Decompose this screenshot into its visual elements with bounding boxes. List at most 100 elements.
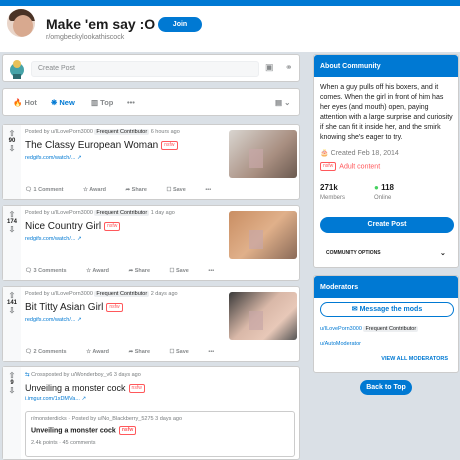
about-heading: About Community bbox=[314, 55, 458, 77]
back-to-top-button[interactable]: Back to Top bbox=[360, 380, 412, 395]
post-time: 6 hours ago bbox=[150, 129, 180, 135]
downvote-icon[interactable]: ⇩ bbox=[3, 306, 21, 315]
sort-hot[interactable]: 🔥 Hot bbox=[13, 98, 37, 107]
post-title-text: Nice Country Girl bbox=[25, 221, 102, 232]
post-time: 1 day ago bbox=[150, 210, 175, 216]
moderator-item[interactable]: u/ILovePorn3000 Frequent Contributor bbox=[320, 326, 419, 332]
save-button[interactable]: ☐ Save bbox=[166, 187, 194, 193]
upvote-icon[interactable]: ⇧ bbox=[3, 371, 21, 380]
upvote-icon[interactable]: ⇧ bbox=[3, 291, 21, 300]
post-time: 2 days ago bbox=[150, 291, 178, 297]
subreddit-header: Make 'em say :O r/omgbeckylookathiscock … bbox=[0, 6, 460, 52]
downvote-icon[interactable]: ⇩ bbox=[3, 144, 21, 153]
post-actions: 🗨 3 Comments ☆ Award ➦ Share ☐ Save ••• bbox=[25, 268, 223, 274]
post-thumbnail[interactable] bbox=[229, 211, 297, 259]
post-link-text: redgifs.com/watch/... bbox=[25, 317, 76, 323]
sort-hot-label: Hot bbox=[24, 98, 37, 107]
link-icon[interactable]: ⚭ bbox=[285, 62, 293, 73]
moderator-flair: Frequent Contributor bbox=[363, 326, 419, 332]
create-post-bar: Create Post ▣ ⚭ bbox=[2, 54, 300, 82]
downvote-icon[interactable]: ⇩ bbox=[3, 386, 21, 395]
community-description: When a guy pulls off his boxers, and it … bbox=[320, 84, 453, 141]
nsfw-badge: nsfw bbox=[106, 302, 123, 312]
vote-column: ⇧ 174 ⇩ bbox=[3, 206, 21, 280]
post-title[interactable]: Nice Country Girl nsfw bbox=[25, 221, 121, 232]
view-toggle-icon[interactable]: ▤ ⌄ bbox=[275, 98, 290, 107]
post-title[interactable]: The Classy European Woman nsfw bbox=[25, 140, 178, 151]
share-button[interactable]: ➦ Share bbox=[129, 268, 159, 274]
post-author[interactable]: Posted by u/ILovePorn3000 bbox=[25, 129, 93, 135]
nsfw-badge: nsfw bbox=[104, 221, 121, 231]
snoo-avatar-icon bbox=[10, 60, 24, 79]
crosspost-card[interactable]: ⇧ 9 ⇩ ⇆ Crossposted by u/Wonderboy_v6 3 … bbox=[2, 366, 300, 460]
vote-column: ⇧ 9 ⇩ bbox=[3, 367, 21, 459]
award-label: Award bbox=[92, 349, 110, 355]
join-button[interactable]: Join bbox=[158, 17, 202, 32]
nsfw-badge: nsfw bbox=[161, 140, 178, 150]
vote-column: ⇧ 90 ⇩ bbox=[3, 125, 21, 199]
comments-button[interactable]: 🗨 2 Comments bbox=[25, 349, 76, 355]
post-link[interactable]: redgifs.com/watch/... ↗ bbox=[25, 236, 82, 242]
user-flair: Frequent Contributor bbox=[94, 129, 150, 135]
post-thumbnail[interactable] bbox=[229, 130, 297, 178]
original-title-text: Unveiling a monster cock bbox=[31, 427, 116, 435]
post-link[interactable]: redgifs.com/watch/... ↗ bbox=[25, 155, 82, 161]
save-button[interactable]: ☐ Save bbox=[170, 349, 198, 355]
nsfw-badge: nsfw bbox=[118, 426, 137, 435]
sort-more-button[interactable]: ••• bbox=[127, 98, 135, 107]
members-count: 271k bbox=[320, 183, 338, 192]
message-mods-button[interactable]: ✉ Message the mods bbox=[320, 302, 454, 317]
post-more-button[interactable]: ••• bbox=[208, 268, 214, 274]
award-button[interactable]: ☆ Award bbox=[83, 187, 115, 193]
moderators-card: Moderators ✉ Message the mods u/ILovePor… bbox=[313, 275, 459, 373]
post-link[interactable]: i.imgur.com/1xDMVa... ↗ bbox=[25, 396, 86, 402]
online-label: Online bbox=[374, 195, 392, 201]
share-label: Share bbox=[134, 349, 151, 355]
comments-count: 3 Comments bbox=[33, 268, 67, 274]
view-all-moderators-link[interactable]: VIEW ALL MODERATORS bbox=[381, 356, 448, 362]
post-more-button[interactable]: ••• bbox=[208, 349, 214, 355]
save-button[interactable]: ☐ Save bbox=[170, 268, 198, 274]
post-author[interactable]: Posted by u/ILovePorn3000 bbox=[25, 210, 93, 216]
chevron-down-icon: ⌄ bbox=[440, 250, 446, 257]
post-link[interactable]: redgifs.com/watch/... ↗ bbox=[25, 317, 82, 323]
image-icon[interactable]: ▣ bbox=[265, 62, 274, 73]
share-label: Share bbox=[134, 268, 151, 274]
online-count: ● 118 bbox=[374, 183, 394, 192]
adult-text: Adult content bbox=[339, 163, 381, 171]
downvote-icon[interactable]: ⇩ bbox=[3, 225, 21, 234]
award-button[interactable]: ☆ Award bbox=[86, 349, 118, 355]
post-thumbnail[interactable] bbox=[229, 292, 297, 340]
nsfw-badge: nsfw bbox=[128, 384, 145, 394]
post-title[interactable]: Unveiling a monster cock nsfw bbox=[25, 383, 145, 394]
community-options[interactable]: COMMUNITY OPTIONS ⌄ bbox=[326, 250, 446, 257]
award-button[interactable]: ☆ Award bbox=[86, 268, 118, 274]
sort-new[interactable]: ❋ New bbox=[51, 98, 75, 107]
sort-top-label: Top bbox=[100, 98, 114, 107]
post-title[interactable]: Bit Titty Asian Girl nsfw bbox=[25, 302, 123, 313]
crosspost-original[interactable]: r/monsterdicks · Posted by u/No_Blackber… bbox=[25, 411, 295, 457]
sort-top[interactable]: ▥ Top bbox=[91, 98, 113, 107]
upvote-icon[interactable]: ⇧ bbox=[3, 210, 21, 219]
post-card[interactable]: ⇧ 141 ⇩ Posted by u/ILovePorn3000 Freque… bbox=[2, 286, 300, 362]
create-post-button[interactable]: Create Post bbox=[320, 217, 454, 233]
message-mods-label: Message the mods bbox=[359, 306, 423, 313]
comments-button[interactable]: 🗨 3 Comments bbox=[25, 268, 76, 274]
post-card[interactable]: ⇧ 174 ⇩ Posted by u/ILovePorn3000 Freque… bbox=[2, 205, 300, 281]
post-card[interactable]: ⇧ 90 ⇩ Posted by u/ILovePorn3000 Frequen… bbox=[2, 124, 300, 200]
share-button[interactable]: ➦ Share bbox=[126, 187, 156, 193]
post-more-button[interactable]: ••• bbox=[205, 187, 211, 193]
members-label: Members bbox=[320, 195, 346, 201]
share-button[interactable]: ➦ Share bbox=[129, 349, 159, 355]
sort-bar: 🔥 Hot ❋ New ▥ Top ••• ▤ ⌄ bbox=[2, 88, 300, 116]
subreddit-avatar bbox=[4, 6, 38, 40]
upvote-icon[interactable]: ⇧ bbox=[3, 129, 21, 138]
create-post-input[interactable]: Create Post bbox=[31, 61, 259, 77]
adult-content: nsfw Adult content bbox=[320, 162, 380, 171]
comments-button[interactable]: 🗨 1 Comment bbox=[25, 187, 72, 193]
moderator-item[interactable]: u/AutoModerator bbox=[320, 341, 361, 347]
crosspost-author[interactable]: Crossposted by u/Wonderboy_v6 3 days ago bbox=[31, 372, 141, 378]
post-author[interactable]: Posted by u/ILovePorn3000 bbox=[25, 291, 93, 297]
save-label: Save bbox=[172, 187, 186, 193]
award-label: Award bbox=[89, 187, 106, 193]
